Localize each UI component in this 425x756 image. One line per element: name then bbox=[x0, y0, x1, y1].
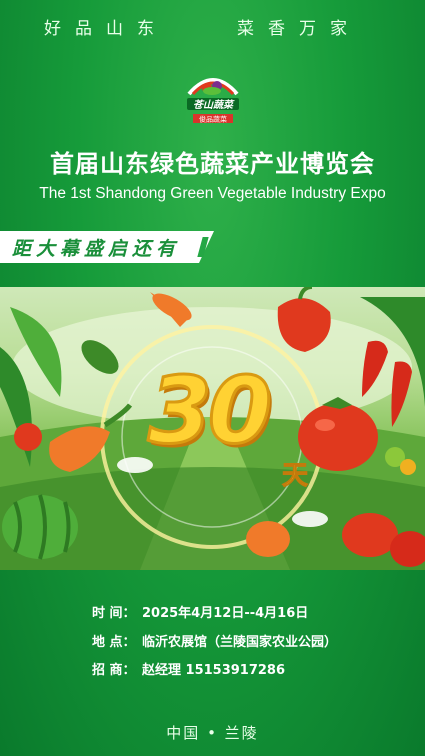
expo-logo: 苍山蔬菜 俊品蔬菜 bbox=[183, 64, 243, 128]
svg-text:俊品蔬菜: 俊品蔬菜 bbox=[199, 115, 227, 124]
info-value: 赵经理 15153917286 bbox=[142, 663, 286, 678]
expo-title-en: The 1st Shandong Green Vegetable Industr… bbox=[39, 185, 386, 202]
svg-text:苍山蔬菜: 苍山蔬菜 bbox=[193, 99, 235, 111]
countdown-banner: 距大幕盛启还有 bbox=[0, 231, 214, 263]
info-label: 地 点： bbox=[92, 635, 136, 650]
info-label: 时 间： bbox=[92, 606, 136, 621]
info-value: 临沂农展馆（兰陵国家农业公园） bbox=[142, 635, 338, 650]
countdown-unit: 天 bbox=[281, 461, 309, 492]
info-value: 2025年4月12日--4月16日 bbox=[142, 606, 309, 621]
info-row-location: 地 点： 临沂农展馆（兰陵国家农业公园） bbox=[92, 631, 337, 650]
countdown-label: 距大幕盛启还有 bbox=[12, 238, 181, 260]
slogan-left: 好品山东 bbox=[44, 19, 168, 39]
expo-title-cn: 首届山东绿色蔬菜产业博览会 bbox=[50, 150, 375, 178]
info-label: 招 商： bbox=[92, 663, 136, 678]
info-row-contact: 招 商： 赵经理 15153917286 bbox=[92, 659, 285, 678]
slogan-right: 菜香万家 bbox=[237, 19, 361, 39]
vegetable-scene-image: 30 天 bbox=[0, 287, 425, 570]
info-row-time: 时 间： 2025年4月12日--4月16日 bbox=[92, 602, 308, 621]
countdown-days: 30 bbox=[146, 356, 273, 466]
footer-location: 中国 • 兰陵 bbox=[166, 724, 259, 742]
